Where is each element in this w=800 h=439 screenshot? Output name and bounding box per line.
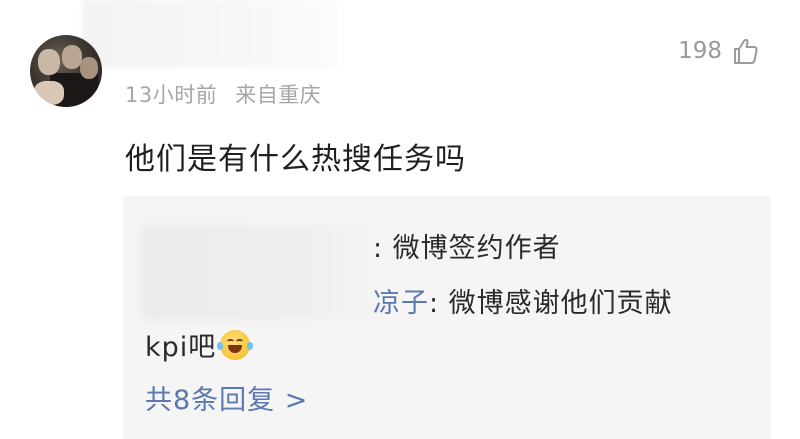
reply-item-2-continued: kpi吧 <box>145 325 254 364</box>
reply-text: : 微博感谢他们贡献 <box>429 288 673 319</box>
reply-text-line2: kpi吧 <box>145 332 217 363</box>
avatar[interactable] <box>30 35 102 107</box>
reply-text: : 微博签约作者 <box>373 233 561 264</box>
laugh-cry-emoji-icon <box>217 329 254 360</box>
comment-location: 来自重庆 <box>235 83 322 107</box>
view-all-replies-link[interactable]: 共8条回复 > <box>145 378 308 417</box>
reply-item-1[interactable]: : 微博签约作者 <box>373 226 561 265</box>
comment-time: 13小时前 <box>125 83 218 107</box>
redacted-username <box>82 0 337 68</box>
thumbs-up-icon <box>730 36 760 66</box>
redacted-reply-authors <box>141 225 373 320</box>
like-count: 198 <box>678 38 722 64</box>
reply-author[interactable]: 凉子 <box>373 288 429 319</box>
comment-text: 他们是有什么热搜任务吗 <box>125 142 466 177</box>
like-button[interactable]: 198 <box>678 36 760 66</box>
reply-item-2[interactable]: 凉子: 微博感谢他们贡献 <box>373 281 673 320</box>
comment-meta: 13小时前 来自重庆 <box>125 79 321 109</box>
